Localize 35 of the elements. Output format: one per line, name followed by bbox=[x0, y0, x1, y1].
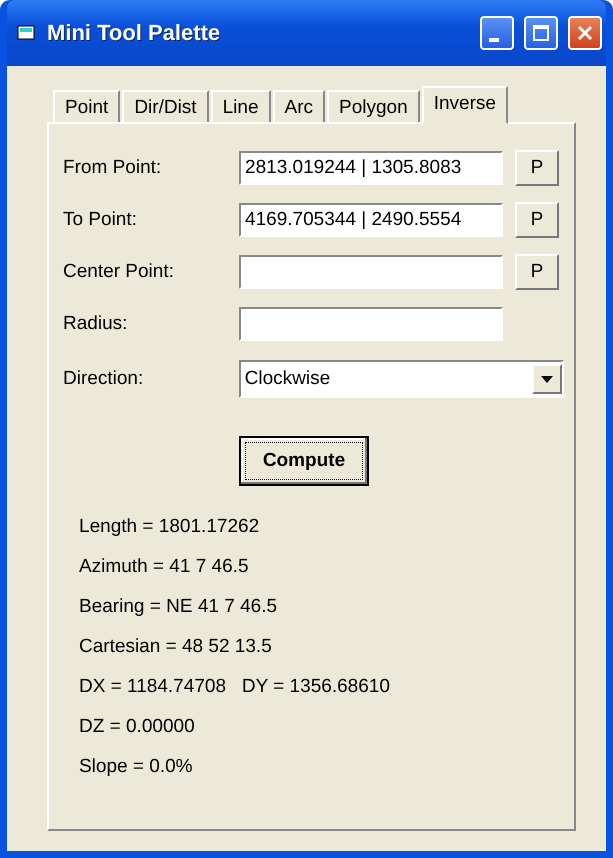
field-label: Radius: bbox=[63, 313, 128, 335]
result-text: DX = 1184.74708 DY = 1356.68610 bbox=[79, 676, 391, 697]
tab[interactable]: Inverse bbox=[422, 86, 508, 124]
input-field[interactable]: 4169.705344 | 2490.5554 bbox=[239, 203, 503, 237]
tab[interactable]: Arc bbox=[272, 90, 326, 122]
minimize-icon bbox=[489, 38, 499, 42]
tab[interactable]: Dir/Dist bbox=[122, 90, 209, 122]
result-text: Bearing = NE 41 7 46.5 bbox=[79, 596, 278, 617]
input-field[interactable] bbox=[239, 255, 503, 289]
close-icon bbox=[576, 24, 594, 42]
tab[interactable]: Point bbox=[53, 90, 120, 122]
minimize-button[interactable] bbox=[480, 16, 514, 50]
input-field[interactable] bbox=[239, 307, 503, 341]
result-text: Length = 1801.17262 bbox=[79, 516, 260, 537]
window-title: Mini Tool Palette bbox=[47, 20, 222, 46]
app-icon bbox=[17, 25, 37, 41]
result-text: DZ = 0.00000 bbox=[79, 716, 196, 737]
pick-point-button[interactable]: P bbox=[515, 202, 559, 238]
field-label: Center Point: bbox=[63, 261, 175, 283]
result-text: Slope = 0.0% bbox=[79, 756, 194, 777]
field-label: Direction: bbox=[63, 368, 144, 390]
pick-point-button[interactable]: P bbox=[515, 150, 559, 186]
dropdown[interactable]: Clockwise bbox=[238, 360, 564, 398]
maximize-icon bbox=[532, 24, 550, 42]
result-text: Cartesian = 48 52 13.5 bbox=[79, 636, 273, 657]
pick-point-button[interactable]: P bbox=[515, 254, 559, 290]
input-field[interactable]: 2813.019244 | 1305.8083 bbox=[239, 151, 503, 185]
compute-button[interactable]: Compute bbox=[239, 436, 369, 486]
tab[interactable]: Line bbox=[210, 90, 271, 122]
maximize-button[interactable] bbox=[524, 16, 558, 50]
close-button[interactable] bbox=[568, 16, 602, 50]
result-text: Azimuth = 41 7 46.5 bbox=[79, 556, 250, 577]
field-label: From Point: bbox=[63, 157, 162, 179]
field-label: To Point: bbox=[63, 209, 138, 231]
tab[interactable]: Polygon bbox=[327, 90, 420, 122]
